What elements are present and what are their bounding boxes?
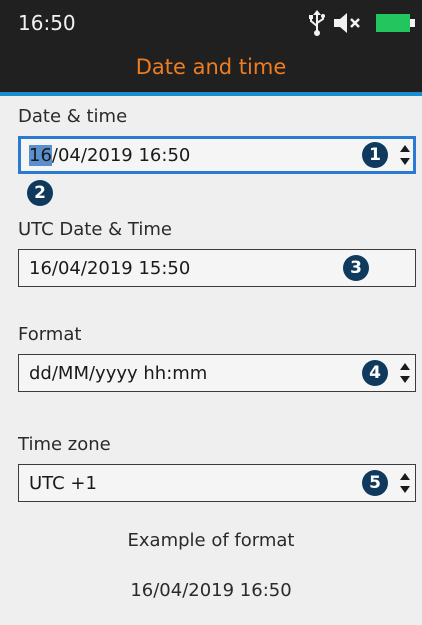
callout-badge-2: 2 <box>27 180 53 206</box>
datetime-label: Date & time <box>18 106 128 127</box>
usb-icon <box>309 10 325 36</box>
timezone-value: UTC +1 <box>29 473 97 494</box>
title-bar: Date and time <box>0 46 422 96</box>
datetime-selected-segment[interactable]: 16 <box>29 145 52 166</box>
format-value: dd/MM/yyyy hh:mm <box>29 363 208 384</box>
datetime-value-rest: /04/2019 16:50 <box>51 145 191 166</box>
utc-field: 16/04/2019 15:50 3 <box>18 249 416 287</box>
spinner-updown-icon[interactable] <box>399 144 411 166</box>
callout-badge-1: 1 <box>362 142 388 168</box>
utc-value: 16/04/2019 15:50 <box>29 258 191 279</box>
timezone-label: Time zone <box>18 434 111 455</box>
callout-badge-3: 3 <box>343 255 369 281</box>
spinner-updown-icon[interactable] <box>399 472 411 494</box>
spinner-updown-icon[interactable] <box>399 362 411 384</box>
page-title: Date and time <box>135 55 287 79</box>
battery-icon <box>376 14 415 32</box>
example-value: 16/04/2019 16:50 <box>130 580 292 601</box>
format-label: Format <box>18 324 82 345</box>
datetime-value[interactable]: 16/04/2019 16:50 <box>29 145 190 166</box>
status-bar: 16:50 <box>0 0 422 46</box>
callout-badge-4: 4 <box>362 360 388 386</box>
format-select[interactable]: dd/MM/yyyy hh:mm 4 <box>18 354 416 392</box>
status-clock: 16:50 <box>18 11 76 35</box>
mute-icon <box>334 13 360 33</box>
timezone-select[interactable]: UTC +1 5 <box>18 464 416 502</box>
datetime-field[interactable]: 16/04/2019 16:50 1 <box>18 136 416 174</box>
callout-badge-5: 5 <box>362 470 388 496</box>
utc-label: UTC Date & Time <box>18 219 172 240</box>
example-label: Example of format <box>127 530 295 551</box>
